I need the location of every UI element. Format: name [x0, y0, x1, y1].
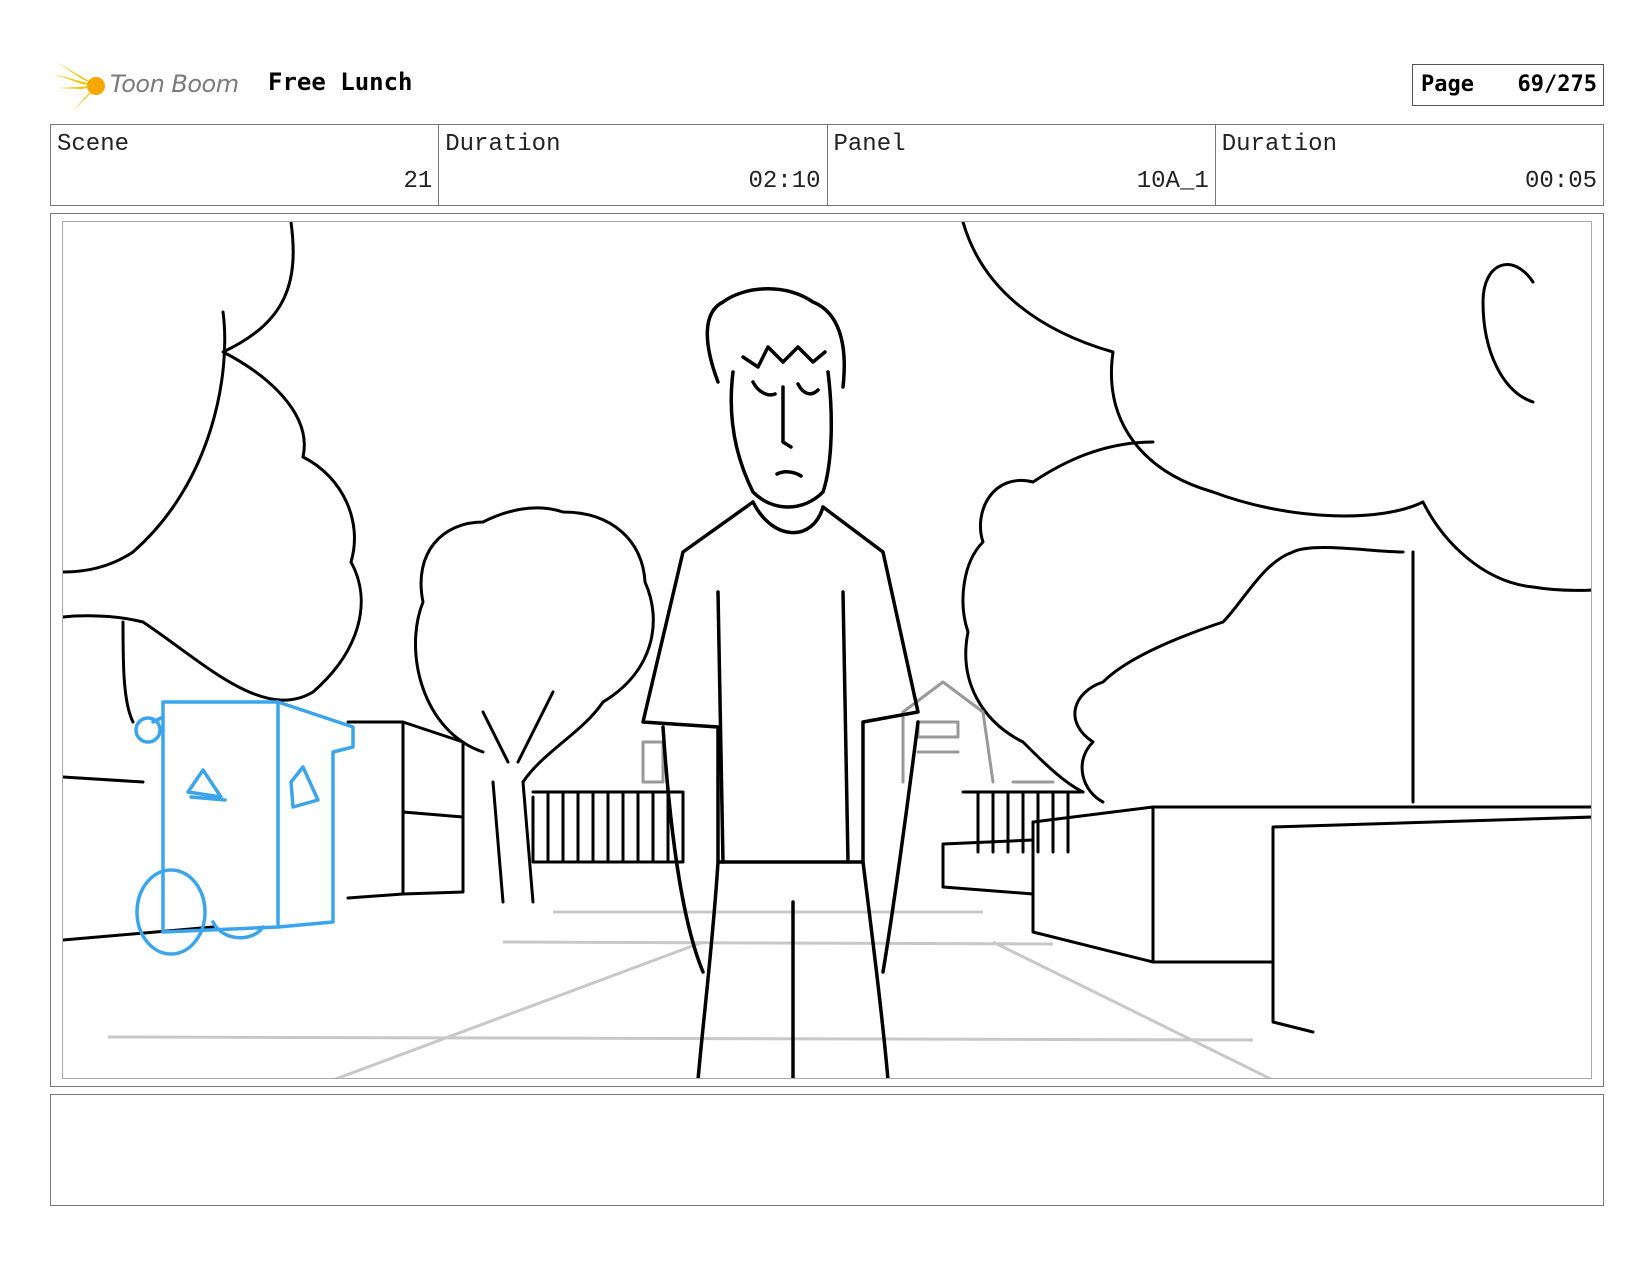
- page-counter: Page 69/275: [1412, 64, 1604, 106]
- panel-info-row: Scene 21 Duration 02:10 Panel 10A_1 Dura…: [50, 124, 1604, 206]
- toon-boom-logo: Toon Boom: [54, 58, 254, 114]
- scene-duration-label: Duration: [445, 131, 561, 158]
- storyboard-header: Toon Boom Free Lunch Page 69/275: [0, 0, 1650, 120]
- recycle-bin: [134, 700, 355, 956]
- brand-name: Toon Boom: [110, 70, 239, 98]
- storyboard-panel: [50, 213, 1604, 1087]
- scene-cell: Scene 21: [51, 125, 440, 205]
- scene-label: Scene: [57, 131, 130, 158]
- scene-duration-cell: Duration 02:10: [439, 125, 828, 205]
- panel-sketch: [63, 222, 1591, 1078]
- character-pants: [696, 860, 890, 1078]
- scene-duration-value: 02:10: [748, 168, 821, 195]
- character-arms: [661, 720, 920, 974]
- project-title: Free Lunch: [268, 68, 413, 96]
- character-sketch: [641, 287, 920, 1078]
- scene-number: 21: [403, 168, 433, 195]
- panel-duration-cell: Duration 00:05: [1216, 125, 1603, 205]
- right-tree-canopy: [961, 222, 1591, 592]
- page-label: Page: [1421, 72, 1474, 97]
- recycle-symbol-icon: [186, 768, 227, 802]
- character-hair: [705, 287, 846, 389]
- starburst-icon: [54, 62, 105, 112]
- panel-duration-value: 00:05: [1524, 168, 1597, 195]
- left-tree-canopy: [63, 222, 363, 702]
- panel-notes: [50, 1094, 1604, 1206]
- page-number: 69/275: [1517, 72, 1597, 97]
- middle-tree-trunk: [481, 690, 555, 904]
- panel-label: Panel: [833, 131, 906, 158]
- fence: [531, 790, 1085, 864]
- panel-duration-label: Duration: [1221, 131, 1337, 158]
- middle-tree-canopy: [414, 506, 655, 784]
- panel-number: 10A_1: [1136, 168, 1209, 195]
- panel-cell: Panel 10A_1: [828, 125, 1216, 205]
- panel-drawing-area: [62, 221, 1592, 1079]
- left-building: [346, 720, 465, 900]
